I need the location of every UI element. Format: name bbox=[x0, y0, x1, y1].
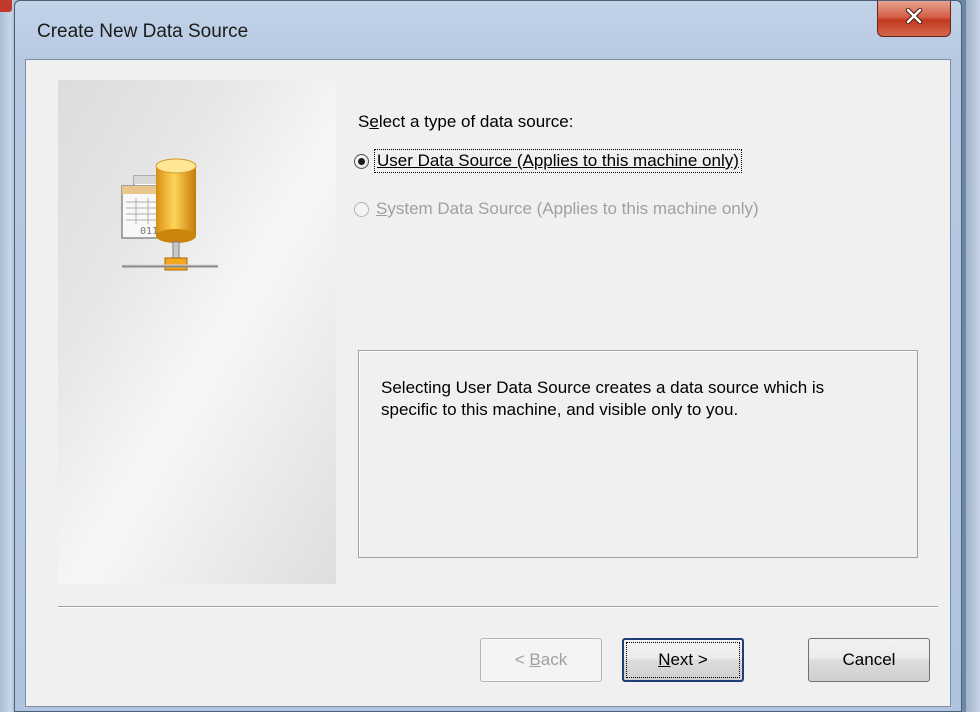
prompt-rest: lect a type of data source: bbox=[378, 112, 574, 131]
database-network-icon: 011 bbox=[120, 158, 220, 286]
description-text: Selecting User Data Source creates a dat… bbox=[381, 378, 825, 419]
wizard-side-panel: 011 bbox=[58, 80, 336, 584]
back-button-rest: ack bbox=[540, 650, 568, 669]
radio-button-selected[interactable] bbox=[354, 153, 369, 169]
button-separator bbox=[58, 606, 938, 608]
next-button[interactable]: Next > bbox=[622, 638, 744, 682]
user-data-source-option[interactable]: User Data Source (Applies to this machin… bbox=[354, 148, 742, 174]
back-button-accelerator: B bbox=[529, 650, 541, 669]
radio-dot bbox=[358, 157, 365, 165]
focus-rectangle bbox=[626, 642, 740, 678]
create-data-source-dialog: Create New Data Source 011 Select a type… bbox=[14, 0, 962, 712]
window-title: Create New Data Source bbox=[37, 21, 249, 42]
close-x-icon bbox=[905, 7, 923, 29]
description-box: Selecting User Data Source creates a dat… bbox=[358, 350, 918, 558]
illustration-text: 011 bbox=[140, 226, 159, 237]
dialog-client-area: 011 Select a type of data source: User D… bbox=[25, 59, 951, 707]
prompt-s: S bbox=[358, 112, 370, 131]
background-parent-window-right bbox=[966, 0, 980, 712]
back-button-prefix: < bbox=[514, 650, 530, 669]
cancel-button[interactable]: Cancel bbox=[808, 638, 930, 682]
system-data-source-label: System Data Source (Applies to this mach… bbox=[376, 199, 759, 219]
user-data-source-label[interactable]: User Data Source (Applies to this machin… bbox=[374, 149, 742, 173]
radio-button-disabled bbox=[354, 201, 369, 217]
background-parent-window-corner bbox=[0, 0, 12, 12]
close-button[interactable] bbox=[877, 1, 951, 37]
title-bar[interactable]: Create New Data Source bbox=[15, 1, 961, 61]
back-button: < Back bbox=[480, 638, 602, 682]
user-data-source-label-text: User Data Source (Applies to this machin… bbox=[377, 151, 739, 170]
data-source-type-prompt: Select a type of data source: bbox=[358, 112, 573, 132]
system-label-accelerator: S bbox=[376, 199, 388, 218]
system-data-source-option: System Data Source (Applies to this mach… bbox=[354, 196, 759, 222]
prompt-accelerator: e bbox=[369, 112, 379, 131]
system-label-rest: ystem Data Source (Applies to this machi… bbox=[387, 199, 759, 218]
